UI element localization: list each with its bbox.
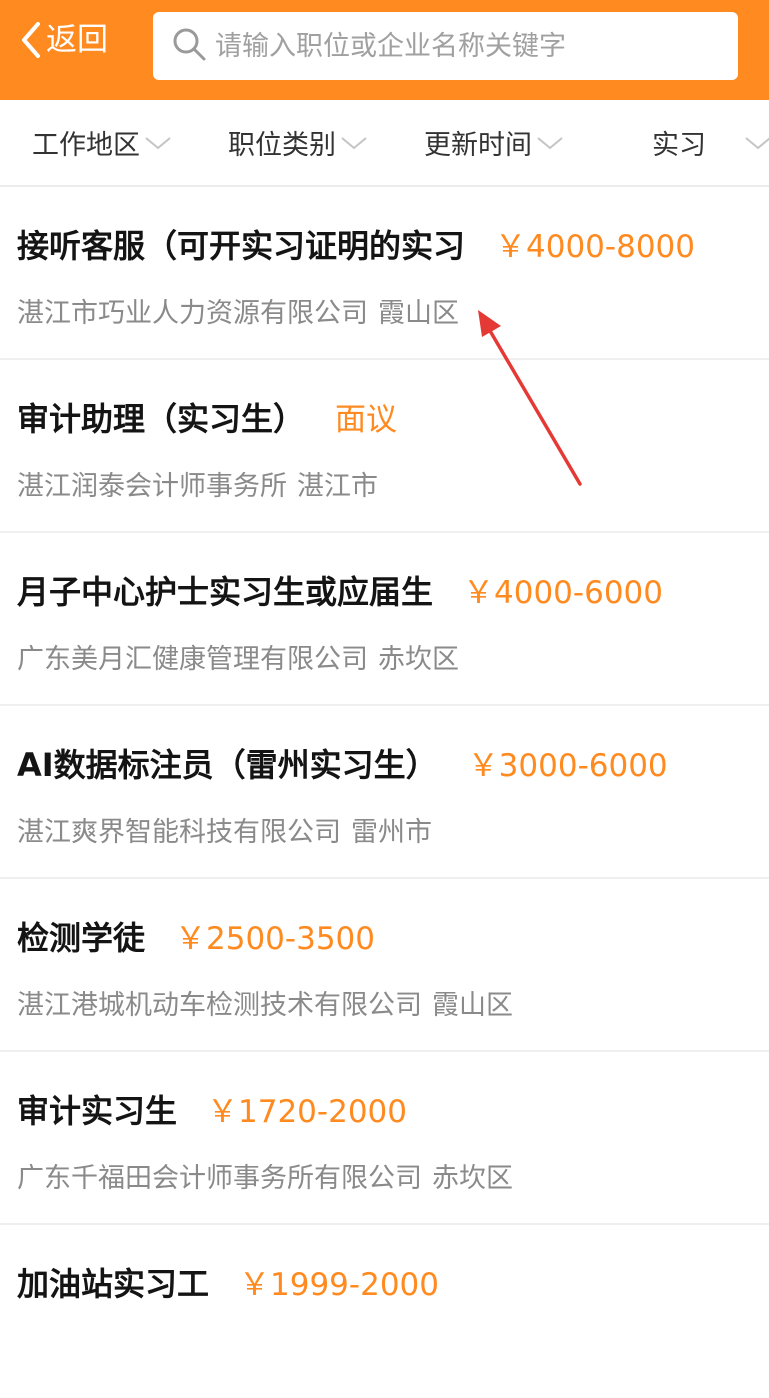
filter-label: 工作地区 xyxy=(32,130,140,161)
filter-update-time[interactable]: 更新时间 xyxy=(424,100,564,185)
job-location: 赤坎区 xyxy=(378,644,459,675)
back-label: 返回 xyxy=(46,22,108,58)
job-title-row: 检测学徒 ￥2500-3500 xyxy=(17,913,375,959)
job-company: 广东千福田会计师事务所有限公司 xyxy=(17,1163,422,1194)
job-company: 湛江润泰会计师事务所 xyxy=(17,471,287,502)
job-location: 霞山区 xyxy=(378,298,459,329)
job-item[interactable]: 审计实习生 ￥1720-2000 广东千福田会计师事务所有限公司 赤坎区 xyxy=(0,1052,769,1225)
filter-bar: 工作地区 职位类别 更新时间 实习 xyxy=(0,100,769,187)
job-company-line: 湛江市巧业人力资源有限公司 霞山区 xyxy=(17,291,459,330)
back-button[interactable]: 返回 xyxy=(20,18,108,62)
search-box[interactable] xyxy=(153,12,738,80)
job-salary: ￥1999-2000 xyxy=(239,1267,439,1303)
job-company: 湛江港城机动车检测技术有限公司 xyxy=(17,990,422,1021)
chevron-left-icon xyxy=(20,20,42,60)
job-title: 审计助理（实习生） xyxy=(17,400,306,438)
job-title: 检测学徒 xyxy=(17,919,146,957)
filter-label: 更新时间 xyxy=(424,130,532,161)
filter-work-area[interactable]: 工作地区 xyxy=(32,100,172,185)
search-icon xyxy=(171,26,207,66)
chevron-down-icon xyxy=(140,135,172,151)
job-title-row: 月子中心护士实习生或应届生 ￥4000-6000 xyxy=(17,567,663,613)
search-input[interactable] xyxy=(215,30,715,62)
chevron-down-icon xyxy=(336,135,368,151)
job-company-line: 湛江港城机动车检测技术有限公司 霞山区 xyxy=(17,983,513,1022)
job-company: 广东美月汇健康管理有限公司 xyxy=(17,644,368,675)
job-item[interactable]: 接听客服（可开实习证明的实习 ￥4000-8000 湛江市巧业人力资源有限公司霞… xyxy=(0,187,769,360)
job-salary: ￥3000-6000 xyxy=(467,748,668,784)
job-title: 月子中心护士实习生或应届生 xyxy=(17,573,434,611)
top-bar: 返回 xyxy=(0,0,769,100)
job-company-line: 湛江润泰会计师事务所 湛江市 xyxy=(17,464,378,503)
job-company: 湛江市巧业人力资源有限公司 xyxy=(17,298,368,329)
job-title-row: AI数据标注员（雷州实习生） ￥3000-6000 xyxy=(17,740,668,786)
job-salary: ￥2500-3500 xyxy=(175,921,375,957)
job-location: 湛江市 xyxy=(297,471,378,502)
job-title-row: 加油站实习工 ￥1999-2000 xyxy=(17,1259,439,1305)
job-title: 接听客服（可开实习证明的实习 xyxy=(17,227,466,265)
job-salary: ￥4000-8000 xyxy=(495,229,695,265)
job-item[interactable]: 加油站实习工 ￥1999-2000 xyxy=(0,1225,769,1398)
job-salary: ￥4000-6000 xyxy=(463,575,663,611)
job-title: 加油站实习工 xyxy=(17,1265,210,1303)
job-item[interactable]: 审计助理（实习生） 面议 湛江润泰会计师事务所 湛江市 xyxy=(0,360,769,533)
job-title-row: 审计助理（实习生） 面议 xyxy=(17,394,397,440)
job-salary: ￥1720-2000 xyxy=(207,1094,407,1130)
filter-label: 职位类别 xyxy=(228,130,336,161)
filter-internship[interactable]: 实习 xyxy=(652,100,769,185)
filter-label: 实习 xyxy=(652,130,706,161)
job-company: 湛江爽界智能科技有限公司 xyxy=(17,817,341,848)
job-company-line: 广东美月汇健康管理有限公司 赤坎区 xyxy=(17,637,459,676)
job-company-line: 湛江爽界智能科技有限公司 雷州市 xyxy=(17,810,432,849)
job-location: 赤坎区 xyxy=(432,1163,513,1194)
job-company-line: 广东千福田会计师事务所有限公司 赤坎区 xyxy=(17,1156,513,1195)
job-salary: 面议 xyxy=(335,402,398,438)
chevron-down-icon xyxy=(740,135,769,151)
job-title: 审计实习生 xyxy=(17,1092,178,1130)
filter-job-category[interactable]: 职位类别 xyxy=(228,100,368,185)
job-item[interactable]: AI数据标注员（雷州实习生） ￥3000-6000 湛江爽界智能科技有限公司 雷州… xyxy=(0,706,769,879)
job-item[interactable]: 检测学徒 ￥2500-3500 湛江港城机动车检测技术有限公司 霞山区 xyxy=(0,879,769,1052)
job-location: 雷州市 xyxy=(351,817,432,848)
job-title-row: 接听客服（可开实习证明的实习 ￥4000-8000 xyxy=(17,221,695,267)
job-title: AI数据标注员（雷州实习生） xyxy=(17,746,438,784)
job-item[interactable]: 月子中心护士实习生或应届生 ￥4000-6000 广东美月汇健康管理有限公司 赤坎… xyxy=(0,533,769,706)
job-title-row: 审计实习生 ￥1720-2000 xyxy=(17,1086,407,1132)
job-location: 霞山区 xyxy=(432,990,513,1021)
chevron-down-icon xyxy=(532,135,564,151)
